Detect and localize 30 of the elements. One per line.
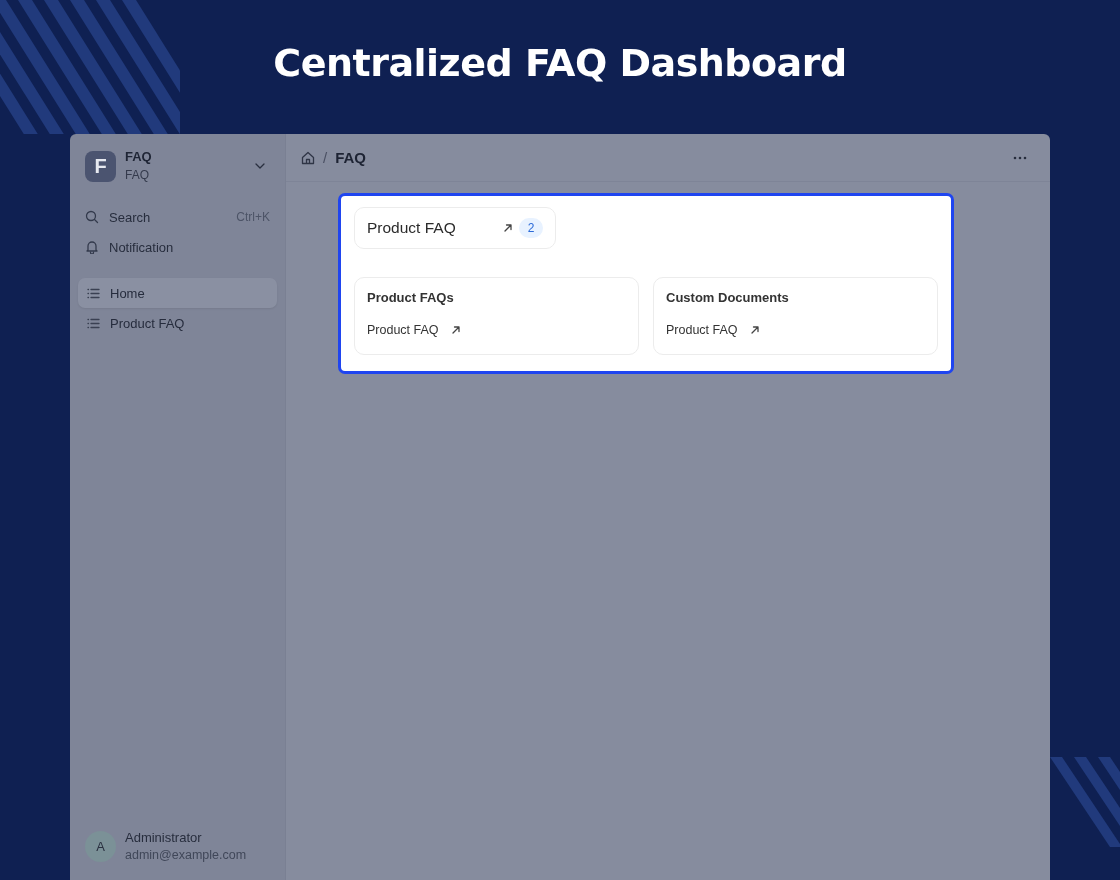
list-icon [87,317,100,329]
more-icon[interactable] [1013,155,1027,160]
workspace-subtitle: FAQ [125,167,150,184]
breadcrumb-item[interactable]: FAQ [335,149,366,166]
workspace-logo: F [85,150,116,182]
user-email: admin@example.com [125,848,247,862]
sidebar-item[interactable]: Home [78,278,277,308]
card-title: Custom Documents [666,290,790,305]
list-icon [87,287,100,299]
workspace-switcher[interactable]: F FAQ FAQ [78,134,277,194]
home-icon[interactable] [301,150,315,165]
bell-icon [85,240,99,254]
card-link[interactable]: Product FAQ [367,323,626,337]
sidebar-item[interactable]: Product FAQ [78,308,277,338]
card-title: Product FAQs [367,290,455,305]
breadcrumb-separator: / [323,149,328,166]
search-icon [85,210,99,224]
count-badge: 2 [519,218,543,238]
arrow-icon [749,325,760,335]
card-link[interactable]: Product FAQ [666,323,925,337]
user-menu[interactable]: A Administrator admin@example.com [78,830,277,880]
notification-button[interactable]: Notification [78,234,277,260]
user-avatar: A [85,830,116,862]
user-name: Administrator [125,830,203,845]
page-title: Centralized FAQ Dashboard [273,41,847,85]
shortcut-card[interactable]: Product FAQ 2 [354,207,556,249]
workspace-name: FAQ [125,148,153,166]
chevron-down-icon [255,163,265,169]
arrow-icon [503,223,513,233]
arrow-icon [450,325,461,335]
